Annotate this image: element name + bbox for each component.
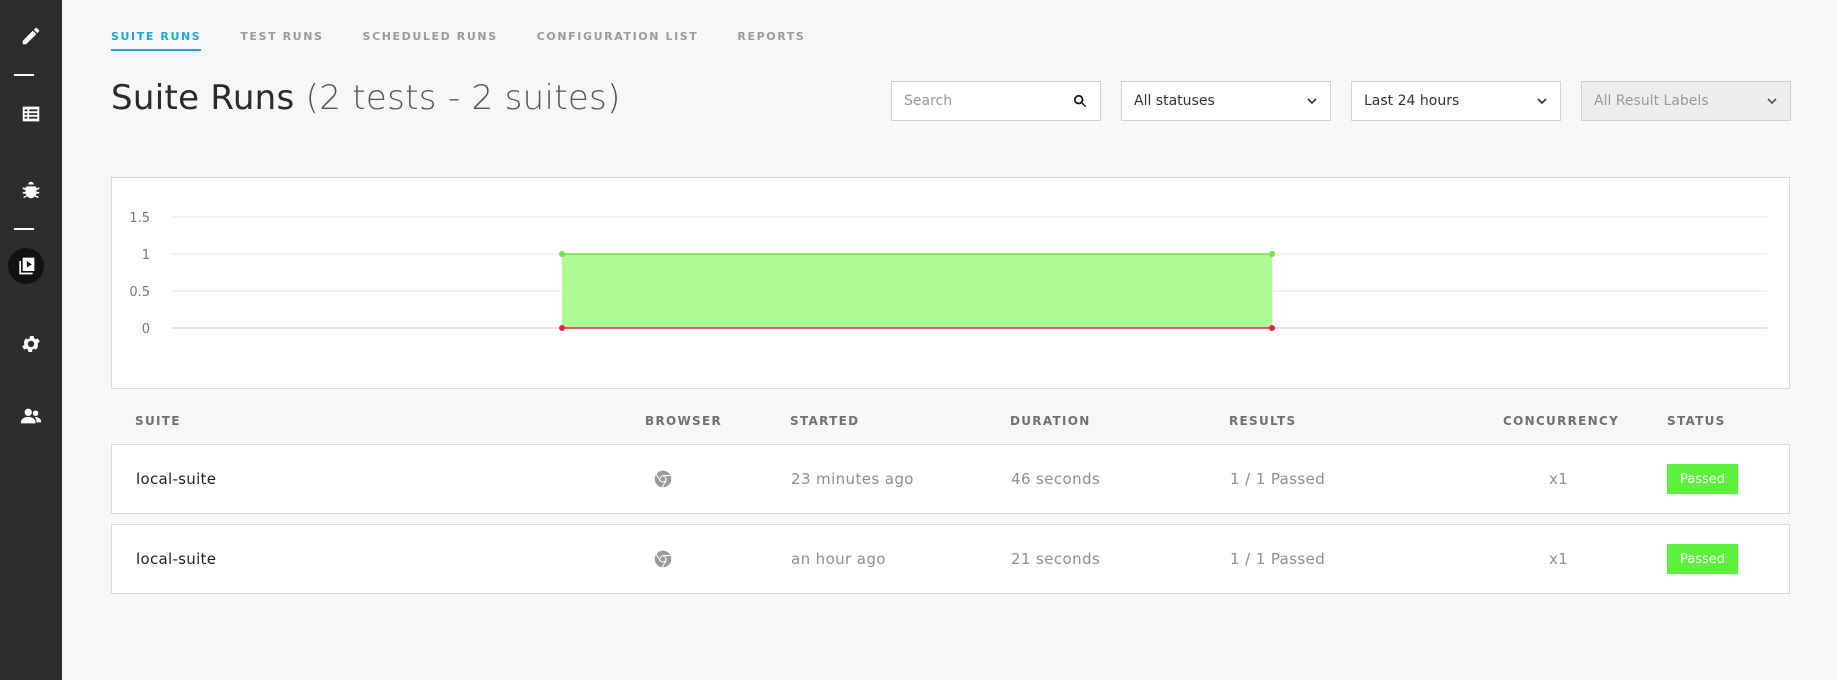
runs-chart: 1.5 1 0.5 0	[111, 177, 1790, 389]
column-status[interactable]: STATUS	[1667, 414, 1726, 428]
nav-tabs: SUITE RUNS TEST RUNS SCHEDULED RUNS CONF…	[111, 30, 844, 51]
failed-point	[1269, 325, 1275, 331]
tab-reports[interactable]: REPORTS	[737, 30, 805, 51]
result-labels-value: All Result Labels	[1594, 93, 1709, 109]
page-title-text: Suite Runs	[111, 78, 295, 118]
list-icon[interactable]	[0, 96, 62, 132]
runs-chart-svg: 1.5 1 0.5 0	[129, 211, 1767, 337]
chevron-down-icon	[1537, 98, 1547, 105]
status-badge: Passed	[1667, 544, 1739, 574]
suite-name[interactable]: local-suite	[136, 525, 216, 593]
search-icon[interactable]	[1072, 93, 1088, 109]
column-duration[interactable]: DURATION	[1010, 414, 1091, 428]
bug-icon[interactable]	[0, 172, 62, 208]
chevron-down-icon	[1307, 98, 1317, 105]
chevron-down-icon	[1767, 98, 1777, 105]
tab-configuration-list[interactable]: CONFIGURATION LIST	[537, 30, 699, 51]
table-row[interactable]: local-suite 23 minutes ago 46 seconds 1 …	[111, 444, 1790, 514]
column-concurrency[interactable]: CONCURRENCY	[1503, 414, 1619, 428]
status-badge: Passed	[1667, 464, 1739, 494]
time-range-select[interactable]: Last 24 hours	[1351, 81, 1561, 121]
main-content: SUITE RUNS TEST RUNS SCHEDULED RUNS CONF…	[62, 0, 1837, 680]
suite-runs-icon[interactable]	[8, 248, 44, 284]
concurrency: x1	[1549, 470, 1569, 488]
y-tick-label: 0.5	[129, 285, 150, 300]
tab-scheduled-runs[interactable]: SCHEDULED RUNS	[363, 30, 498, 51]
column-results[interactable]: RESULTS	[1229, 414, 1296, 428]
page-subtitle: (2 tests - 2 suites)	[305, 78, 621, 118]
sidebar-divider	[14, 228, 34, 230]
y-tick-label: 1.5	[129, 211, 150, 226]
results: 1 / 1 Passed	[1230, 470, 1326, 488]
column-started[interactable]: STARTED	[790, 414, 859, 428]
search-placeholder: Search	[904, 93, 953, 109]
started-time: an hour ago	[791, 550, 886, 568]
column-browser[interactable]: BROWSER	[645, 414, 722, 428]
status-select[interactable]: All statuses	[1121, 81, 1331, 121]
y-tick-label: 0	[142, 322, 150, 337]
duration: 21 seconds	[1011, 550, 1101, 568]
failed-point	[559, 325, 565, 331]
chrome-icon	[653, 525, 673, 593]
tab-suite-runs[interactable]: SUITE RUNS	[111, 30, 202, 51]
passed-point	[559, 251, 565, 257]
passed-point	[1269, 251, 1275, 257]
duration: 46 seconds	[1011, 470, 1101, 488]
suite-name[interactable]: local-suite	[136, 445, 216, 513]
pencil-icon[interactable]	[0, 18, 62, 54]
search-input[interactable]: Search	[891, 81, 1101, 121]
table-row[interactable]: local-suite an hour ago 21 seconds 1 / 1…	[111, 524, 1790, 594]
results: 1 / 1 Passed	[1230, 550, 1326, 568]
gear-icon[interactable]	[0, 326, 62, 362]
y-tick-label: 1	[142, 248, 150, 263]
column-suite[interactable]: SUITE	[135, 414, 181, 428]
started-time: 23 minutes ago	[791, 470, 914, 488]
page-title: Suite Runs (2 tests - 2 suites)	[111, 78, 621, 118]
sidebar	[0, 0, 62, 680]
sidebar-divider	[14, 74, 34, 76]
tab-test-runs[interactable]: TEST RUNS	[240, 30, 323, 51]
status-select-value: All statuses	[1134, 93, 1215, 109]
users-icon[interactable]	[0, 398, 62, 434]
time-range-value: Last 24 hours	[1364, 93, 1460, 109]
passed-area	[562, 254, 1272, 328]
table-header: SUITE BROWSER STARTED DURATION RESULTS C…	[111, 414, 1790, 434]
chrome-icon	[653, 445, 673, 513]
concurrency: x1	[1549, 550, 1569, 568]
result-labels-select[interactable]: All Result Labels	[1581, 81, 1791, 121]
